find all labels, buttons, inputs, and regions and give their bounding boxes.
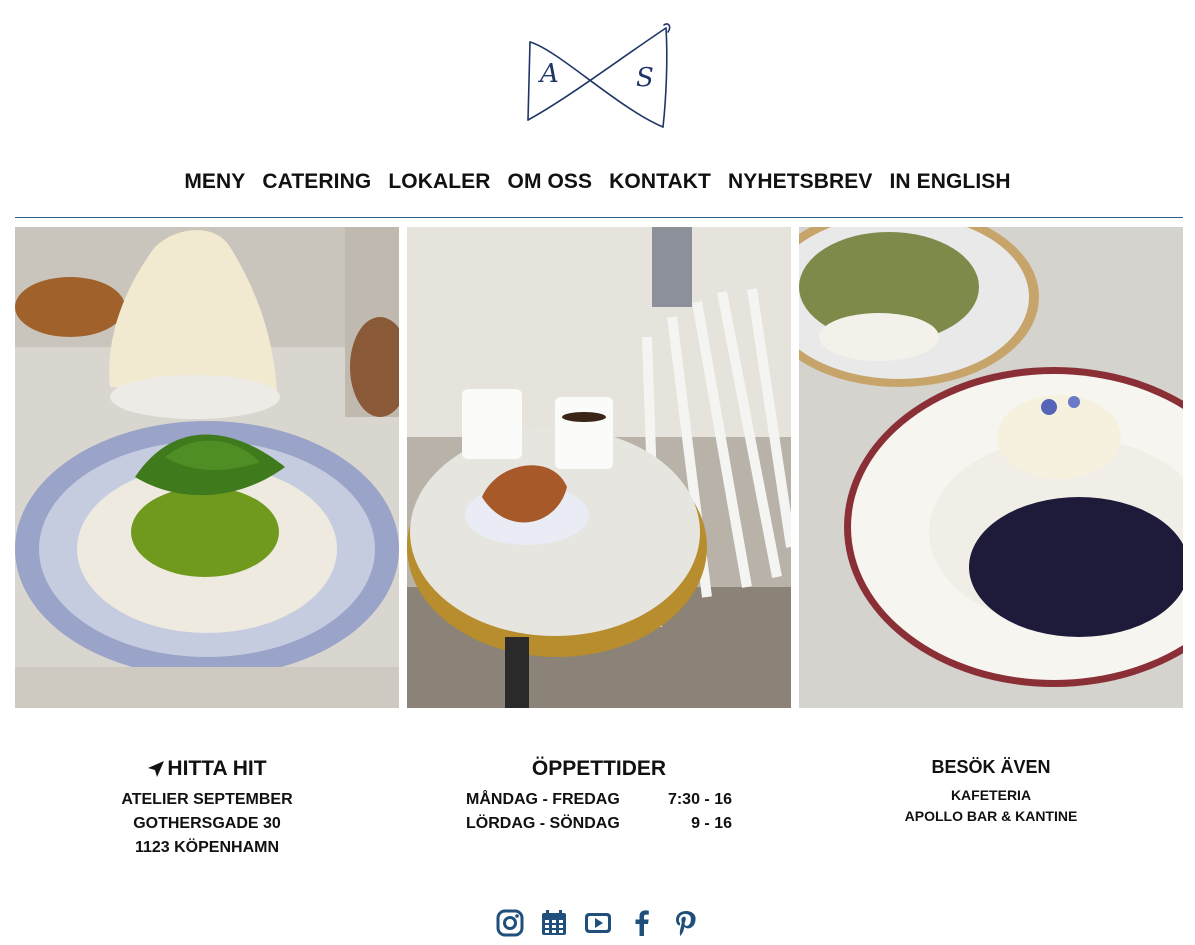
- logo-letter-a: A: [538, 59, 559, 89]
- main-nav: MENY CATERING LOKALER OM OSS KONTAKT NYH…: [0, 170, 1195, 194]
- hours-row: MÅNDAG - FREDAG 7:30 - 16: [466, 788, 732, 812]
- hours-row: LÖRDAG - SÖNDAG 9 - 16: [466, 812, 732, 836]
- opening-hours-title: ÖPPETTIDER: [531, 757, 667, 780]
- nav-catering[interactable]: CATERING: [262, 170, 371, 194]
- social-links: [0, 907, 1195, 939]
- logo-letter-s: S: [636, 63, 654, 93]
- pinterest-icon[interactable]: [671, 907, 701, 939]
- find-us-title: HITTA HIT: [167, 757, 267, 780]
- nav-divider: [15, 217, 1183, 218]
- also-visit-kafeteria[interactable]: KAFETERIA: [799, 785, 1183, 806]
- youtube-icon[interactable]: [583, 907, 613, 939]
- nav-in-english[interactable]: IN ENGLISH: [889, 170, 1010, 194]
- photo-blueberry-dessert: [799, 227, 1183, 708]
- hours-time: 7:30 - 16: [667, 791, 732, 808]
- photo-matcha-cake: [15, 227, 399, 708]
- nav-nyhetsbrev[interactable]: NYHETSBREV: [728, 170, 873, 194]
- nav-lokaler[interactable]: LOKALER: [388, 170, 490, 194]
- address-line-1: ATELIER SEPTEMBER: [121, 791, 293, 808]
- hours-days: MÅNDAG - FREDAG: [466, 791, 620, 808]
- instagram-icon[interactable]: [495, 907, 525, 939]
- calendar-icon[interactable]: [539, 907, 569, 939]
- opening-hours-section: ÖPPETTIDER MÅNDAG - FREDAG 7:30 - 16 LÖR…: [407, 755, 791, 836]
- facebook-icon[interactable]: [627, 907, 657, 939]
- address-line-3: 1123 KÖPENHAMN: [134, 839, 280, 856]
- photo-coffee-croissant: [407, 227, 791, 708]
- also-visit-section: BESÖK ÄVEN KAFETERIA APOLLO BAR & KANTIN…: [799, 755, 1183, 827]
- address-line-2: GOTHERSGADE 30: [133, 815, 281, 832]
- site-logo[interactable]: A S: [518, 20, 678, 132]
- find-us-section: HITTA HIT ATELIER SEPTEMBER GOTHERSGADE …: [15, 755, 399, 860]
- hours-time: 9 - 16: [691, 815, 732, 832]
- find-us-heading[interactable]: HITTA HIT: [15, 755, 399, 783]
- hours-days: LÖRDAG - SÖNDAG: [466, 815, 620, 832]
- location-arrow-icon: [148, 761, 165, 777]
- also-visit-title: BESÖK ÄVEN: [931, 757, 1051, 777]
- also-visit-apollo[interactable]: APOLLO BAR & KANTINE: [799, 806, 1183, 827]
- nav-meny[interactable]: MENY: [184, 170, 245, 194]
- nav-om-oss[interactable]: OM OSS: [508, 170, 593, 194]
- nav-kontakt[interactable]: KONTAKT: [609, 170, 711, 194]
